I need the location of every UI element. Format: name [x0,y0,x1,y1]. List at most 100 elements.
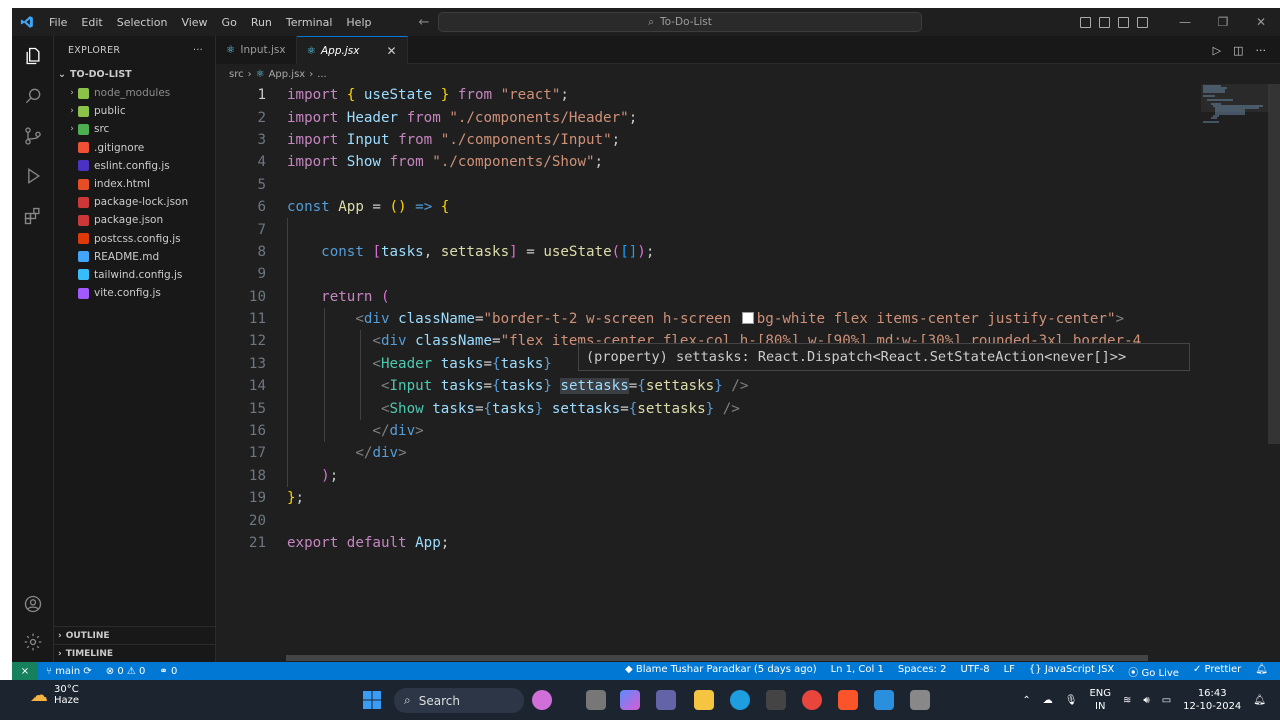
menu-help[interactable]: Help [339,16,378,29]
problems-status[interactable]: ⊗ 0 ⚠ 0 [106,666,146,677]
close-tab-icon[interactable]: ✕ [386,44,396,58]
clock[interactable]: 16:43 12-10-2024 [1183,687,1241,713]
tree-file[interactable]: eslint.config.js [54,157,215,175]
npm-icon [78,196,89,208]
breadcrumb-folder[interactable]: src [229,69,244,80]
chevron-up-icon[interactable]: ⌃ [1022,695,1030,706]
explorer-sidebar: EXPLORER ··· ⌄ TO-DO-LIST › node_modules ›… [54,36,216,662]
minimize-button[interactable]: — [1166,15,1204,29]
minimap[interactable] [1201,84,1271,184]
extensions-icon[interactable] [21,204,45,228]
task-view-icon[interactable] [586,690,606,710]
project-root-folder[interactable]: ⌄ TO-DO-LIST [54,64,215,84]
menu-run[interactable]: Run [244,16,279,29]
chrome-icon[interactable] [802,690,822,710]
horizontal-scrollbar[interactable] [286,655,1148,661]
language-indicator[interactable]: ENG IN [1089,687,1111,713]
close-window-button[interactable]: ✕ [1242,15,1280,29]
tree-folder[interactable]: › public [54,102,215,120]
tree-file[interactable]: postcss.config.js [54,230,215,248]
onedrive-icon[interactable]: ☁ [1043,695,1053,706]
remote-icon[interactable]: ⨯ [12,662,38,680]
command-center[interactable]: ⌕ To-Do-List [438,12,922,32]
snipping-tool-icon[interactable] [910,690,930,710]
ports-icon: ⚭ [159,665,171,677]
microphone-icon[interactable]: 🎙︎ [1065,695,1078,706]
tree-file[interactable]: package.json [54,211,215,229]
tree-file[interactable]: .gitignore [54,139,215,157]
go-live-button[interactable]: ⦿ Go Live [1128,664,1179,679]
breadcrumb-symbol[interactable]: ... [317,69,327,80]
tree-folder[interactable]: › node_modules [54,84,215,102]
tab-app-jsx[interactable]: ⚛ App.jsx ✕ [296,36,408,64]
tree-file[interactable]: package-lock.json [54,193,215,211]
notifications-bell-icon[interactable]: 🔔︎ [1255,664,1268,679]
menu-go[interactable]: Go [215,16,244,29]
prettier-status[interactable]: ✓ Prettier [1193,664,1241,679]
volume-icon[interactable]: 🔊︎ [1143,695,1149,706]
teams-icon[interactable] [656,690,676,710]
copilot-icon[interactable] [532,690,552,710]
toggle-panel-icon[interactable] [1099,16,1110,28]
run-debug-icon[interactable] [21,164,45,188]
brave-icon[interactable] [838,690,858,710]
ports-status[interactable]: ⚭ 0 [159,666,177,677]
menu-file[interactable]: File [42,16,74,29]
restore-button[interactable]: ❐ [1204,15,1242,29]
git-blame-status[interactable]: ◆ Blame Tushar Paradkar (5 days ago) [625,664,817,679]
line-number: 20 [248,512,266,529]
sync-icon: ⟳ [83,665,92,677]
tree-file[interactable]: tailwind.config.js [54,266,215,284]
tree-item-label: vite.config.js [94,287,161,300]
cursor-position[interactable]: Ln 1, Col 1 [831,664,884,679]
notification-bell-icon[interactable]: 🔔︎ [1253,695,1266,706]
account-icon[interactable] [21,592,45,616]
menu-view[interactable]: View [174,16,214,29]
file-explorer-icon[interactable] [694,690,714,710]
settings-gear-icon[interactable] [21,630,45,654]
menu-terminal[interactable]: Terminal [279,16,340,29]
wifi-icon[interactable]: ≋ [1123,695,1131,706]
battery-icon[interactable]: ▭ [1162,695,1171,706]
source-control-icon[interactable] [21,124,45,148]
run-file-icon[interactable]: ▷ [1213,44,1221,57]
menu-edit[interactable]: Edit [74,16,109,29]
encoding-status[interactable]: UTF-8 [960,664,989,679]
toggle-sidebar-icon[interactable] [1080,16,1091,28]
language-mode[interactable]: {} JavaScript JSX [1029,664,1114,679]
tree-folder[interactable]: › src [54,120,215,138]
explorer-icon[interactable] [21,44,45,68]
taskbar-search[interactable]: ⌕ Search [394,688,524,713]
weather-widget[interactable]: ☁ 30°C Haze [30,684,79,706]
tree-file[interactable]: index.html [54,175,215,193]
search-activity-icon[interactable] [21,84,45,108]
timeline-section[interactable]: › TIMELINE [54,644,216,662]
tree-file[interactable]: vite.config.js [54,284,215,302]
indentation-status[interactable]: Spaces: 2 [898,664,947,679]
vscode-taskbar-icon[interactable] [874,690,894,710]
more-actions-icon[interactable]: ··· [193,45,203,56]
customize-layout-icon[interactable] [1137,16,1148,28]
menu-selection[interactable]: Selection [110,16,175,29]
windows-start-icon[interactable] [362,690,382,710]
code-editor[interactable]: 1 import { useState } from "react"; 2 impo… [216,84,1201,554]
outline-label: OUTLINE [65,630,110,641]
toggle-secondary-sidebar-icon[interactable] [1118,16,1129,28]
more-actions-icon[interactable]: ··· [1256,44,1267,57]
braces-icon: {} [1028,663,1045,675]
vertical-scrollbar[interactable] [1268,84,1280,444]
chevron-right-icon: › [70,106,74,117]
eol-status[interactable]: LF [1004,664,1015,679]
eslint-icon [78,160,89,172]
tree-file[interactable]: README.md [54,248,215,266]
back-arrow-icon[interactable]: ← [418,15,429,30]
breadcrumb-file[interactable]: App.jsx [269,69,306,80]
edge-icon[interactable] [730,690,750,710]
branch-status[interactable]: ⑂ main ⟳ [46,666,92,677]
tree-item-label: index.html [94,178,150,191]
split-editor-icon[interactable]: ◫ [1233,44,1243,57]
tab-input-jsx[interactable]: ⚛ Input.jsx [216,36,297,64]
copilot-app-icon[interactable] [620,690,640,710]
store-icon[interactable] [766,690,786,710]
outline-section[interactable]: › OUTLINE [54,626,216,644]
